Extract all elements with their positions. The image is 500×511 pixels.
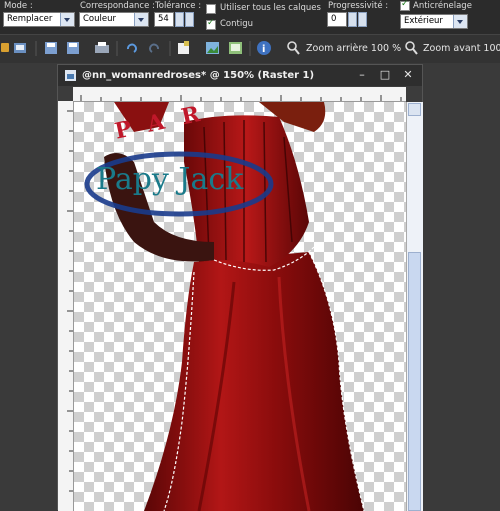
spin-up-icon[interactable] xyxy=(348,12,357,27)
spin-down-icon[interactable] xyxy=(358,12,367,27)
minimize-icon[interactable]: – xyxy=(355,68,369,82)
document-titlebar[interactable]: @nn_womanredroses* @ 150% (Raster 1) – □… xyxy=(58,65,422,86)
maximize-icon[interactable]: □ xyxy=(378,68,392,82)
chevron-down-icon[interactable] xyxy=(60,13,74,26)
mode-label: Mode : xyxy=(4,1,33,11)
tolerance-input[interactable]: 54 xyxy=(154,12,174,27)
svg-text:i: i xyxy=(262,44,265,55)
match-label: Correspondance : xyxy=(80,1,155,11)
left-panel-area xyxy=(0,64,57,510)
document-title: @nn_womanredroses* @ 150% (Raster 1) xyxy=(82,70,315,81)
browse-icon[interactable] xyxy=(14,43,26,53)
image-edit-icon[interactable] xyxy=(229,42,242,54)
antialias-label: Anticrénelage xyxy=(413,1,472,11)
spin-up-icon[interactable] xyxy=(175,12,184,27)
mode-select[interactable]: Remplacer xyxy=(3,12,75,27)
feather-input[interactable]: 0 xyxy=(327,12,347,27)
save-as-icon[interactable] xyxy=(67,42,79,54)
feather-value: 0 xyxy=(331,14,337,24)
chevron-down-icon[interactable] xyxy=(453,15,467,28)
zoom-out-button[interactable]: Zoom arrière 100 % xyxy=(306,43,401,54)
mode-value: Remplacer xyxy=(7,14,53,24)
folder-icon[interactable] xyxy=(1,43,9,52)
vertical-ruler xyxy=(58,101,74,511)
right-panel-area xyxy=(423,64,500,510)
chevron-down-icon[interactable] xyxy=(134,13,148,26)
spin-down-icon[interactable] xyxy=(185,12,194,27)
feather-spinner[interactable] xyxy=(348,12,368,27)
help-icon[interactable]: i xyxy=(257,41,271,55)
zoom-in-button[interactable]: Zoom avant 100 % xyxy=(423,43,500,54)
use-all-layers-checkbox[interactable] xyxy=(206,4,216,14)
tolerance-spinner[interactable] xyxy=(175,12,195,27)
feather-label: Progressivité : xyxy=(328,1,389,11)
use-all-layers-label: Utiliser tous les calques xyxy=(220,3,321,13)
new-layer-icon[interactable] xyxy=(178,41,189,54)
antialias-checkbox[interactable] xyxy=(400,0,410,11)
match-select[interactable]: Couleur xyxy=(79,12,149,27)
horizontal-ruler xyxy=(73,87,406,102)
antialias-select[interactable]: Extérieur xyxy=(400,14,468,29)
contiguous-checkbox[interactable] xyxy=(206,18,216,30)
image-icon[interactable] xyxy=(206,42,219,54)
close-icon[interactable]: ✕ xyxy=(401,68,415,82)
zoom-out-icon[interactable] xyxy=(287,41,300,55)
contiguous-label: Contigu xyxy=(220,19,253,29)
undo-icon[interactable] xyxy=(127,43,137,53)
tolerance-label: Tolérance : xyxy=(155,1,202,11)
scrollbar-thumb[interactable] xyxy=(408,252,421,511)
scroll-up-icon[interactable] xyxy=(408,103,421,116)
document-icon xyxy=(65,70,76,81)
antialias-value: Extérieur xyxy=(404,16,443,26)
tolerance-value: 54 xyxy=(158,14,169,24)
vertical-scrollbar[interactable] xyxy=(406,102,423,511)
document-window[interactable]: @nn_womanredroses* @ 150% (Raster 1) – □… xyxy=(57,64,423,511)
match-value: Couleur xyxy=(83,14,116,24)
redo-icon[interactable] xyxy=(149,43,159,53)
watermark-main-text: Papy Jack xyxy=(96,162,244,197)
image-canvas[interactable]: PAR Papy Jack xyxy=(74,102,406,511)
print-icon[interactable] xyxy=(95,42,109,53)
tool-options-bar: Mode : Remplacer Correspondance : Couleu… xyxy=(0,0,500,34)
zoom-in-icon[interactable] xyxy=(405,41,418,55)
save-icon[interactable] xyxy=(45,42,57,54)
